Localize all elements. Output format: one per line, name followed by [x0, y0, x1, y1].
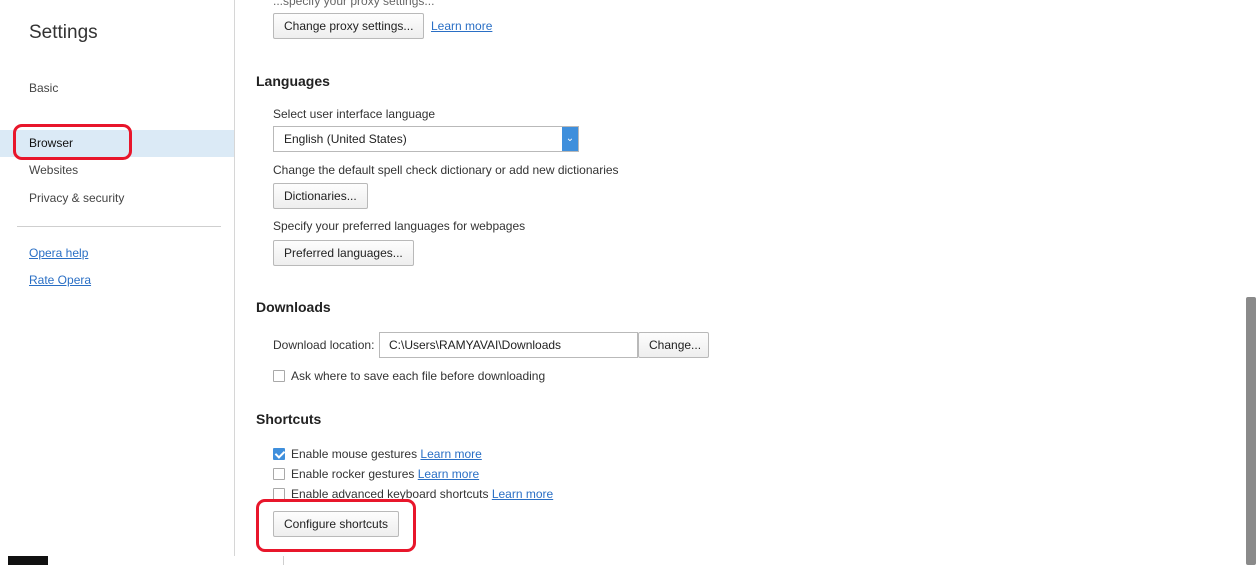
- sidebar: Settings Basic Browser Websites Privacy …: [0, 0, 235, 556]
- preferred-languages-label: Specify your preferred languages for web…: [273, 219, 526, 233]
- ui-language-select[interactable]: English (United States) ⌄: [273, 126, 579, 152]
- download-location-label: Download location:: [273, 338, 375, 352]
- sidebar-item-privacy-security[interactable]: Privacy & security: [0, 185, 234, 212]
- keyboard-shortcuts-row[interactable]: Enable advanced keyboard shortcuts Learn…: [273, 486, 553, 502]
- mouse-gestures-label: Enable mouse gestures: [291, 447, 418, 461]
- keyboard-shortcuts-learn-more-link[interactable]: Learn more: [492, 487, 553, 501]
- ui-language-label: Select user interface language: [273, 107, 436, 121]
- ask-save-location-label: Ask where to save each file before downl…: [291, 369, 546, 383]
- ask-save-location-checkbox[interactable]: [273, 370, 285, 382]
- preferred-languages-button[interactable]: Preferred languages...: [273, 240, 414, 266]
- downloads-section-title: Downloads: [256, 299, 331, 315]
- settings-title: Settings: [29, 22, 98, 43]
- sidebar-item-websites[interactable]: Websites: [0, 157, 234, 184]
- ui-language-value: English (United States): [284, 132, 407, 146]
- change-proxy-settings-button[interactable]: Change proxy settings...: [273, 13, 425, 39]
- dictionaries-button[interactable]: Dictionaries...: [273, 183, 368, 209]
- mouse-gestures-checkbox[interactable]: [273, 448, 285, 460]
- languages-section-title: Languages: [256, 73, 330, 89]
- sidebar-divider: [17, 226, 221, 227]
- download-location-field[interactable]: C:\Users\RAMYAVAI\Downloads: [379, 332, 638, 358]
- ask-save-location-row[interactable]: Ask where to save each file before downl…: [273, 368, 545, 384]
- sidebar-item-browser[interactable]: Browser: [0, 130, 234, 157]
- rocker-gestures-checkbox[interactable]: [273, 468, 285, 480]
- proxy-description: ...specify your proxy settings...: [273, 0, 435, 8]
- settings-content: ...specify your proxy settings... Change…: [235, 0, 1245, 565]
- keyboard-shortcuts-checkbox[interactable]: [273, 488, 285, 500]
- mouse-gestures-row[interactable]: Enable mouse gestures Learn more: [273, 446, 482, 462]
- change-download-location-button[interactable]: Change...: [638, 332, 709, 358]
- chevron-down-icon: ⌄: [562, 127, 578, 151]
- scrollbar-thumb[interactable]: [1246, 297, 1256, 565]
- rocker-gestures-label: Enable rocker gestures: [291, 467, 415, 481]
- spell-check-label: Change the default spell check dictionar…: [273, 163, 619, 177]
- rocker-gestures-learn-more-link[interactable]: Learn more: [418, 467, 479, 481]
- rocker-gestures-row[interactable]: Enable rocker gestures Learn more: [273, 466, 479, 482]
- scrollbar[interactable]: [1245, 0, 1257, 565]
- proxy-learn-more-link[interactable]: Learn more: [431, 19, 492, 33]
- sidebar-item-basic[interactable]: Basic: [0, 75, 234, 102]
- shortcuts-section-title: Shortcuts: [256, 411, 322, 427]
- mouse-gestures-learn-more-link[interactable]: Learn more: [420, 447, 481, 461]
- taskbar-fragment: [8, 556, 48, 565]
- configure-shortcuts-button[interactable]: Configure shortcuts: [273, 511, 400, 537]
- rate-opera-link[interactable]: Rate Opera: [29, 273, 91, 287]
- opera-help-link[interactable]: Opera help: [29, 246, 88, 260]
- keyboard-shortcuts-label: Enable advanced keyboard shortcuts: [291, 487, 489, 501]
